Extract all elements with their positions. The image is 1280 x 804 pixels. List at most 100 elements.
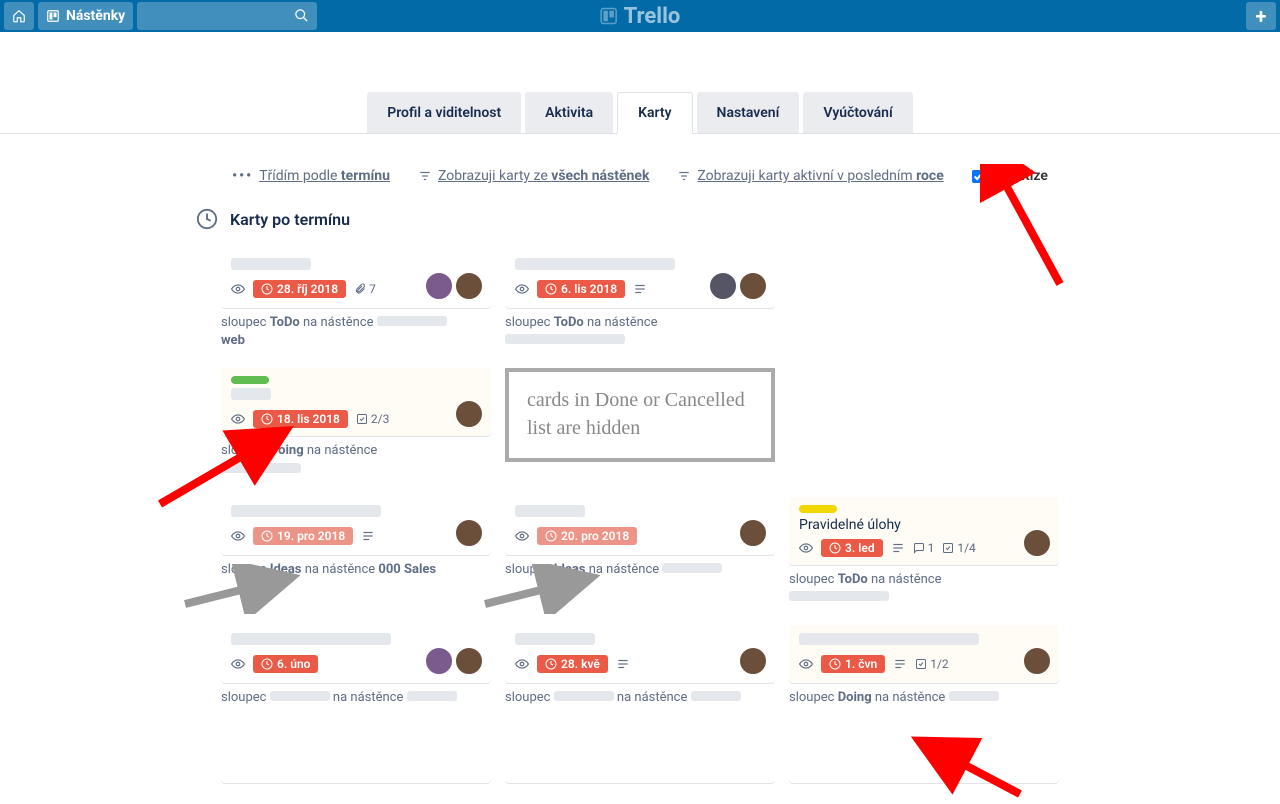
- avatar: [739, 647, 767, 675]
- card-meta: sloupec Ideas na nástěnce: [505, 561, 775, 579]
- card[interactable]: 19. pro 2018: [221, 497, 491, 555]
- card-meta: sloupec Doing na nástěnce: [221, 442, 491, 478]
- sort-control[interactable]: ••• Třídím podle termínu: [232, 168, 390, 184]
- watch-icon: [515, 529, 529, 543]
- card[interactable]: [505, 725, 775, 783]
- due-badge: 18. lis 2018: [253, 410, 348, 428]
- board-icon: [46, 9, 60, 23]
- card-meta: sloupec Ideas na nástěnce 000 Sales: [221, 561, 491, 579]
- avatar: [455, 272, 483, 300]
- avatar: [425, 272, 453, 300]
- filter-icon: [677, 169, 691, 183]
- card[interactable]: 28. říj 2018 7: [221, 250, 491, 308]
- create-button[interactable]: +: [1246, 2, 1276, 30]
- tab-cards[interactable]: Karty: [617, 92, 692, 134]
- redacted-title: [515, 633, 595, 645]
- filter-icon: [418, 169, 432, 183]
- card-meta: sloupec na nástěnce: [221, 689, 491, 707]
- label-yellow: [799, 505, 837, 513]
- search-wrap: [137, 2, 317, 30]
- due-badge: 20. pro 2018: [537, 527, 637, 545]
- prioritize-checkbox[interactable]: [972, 170, 985, 183]
- ellipsis-icon: •••: [232, 168, 253, 184]
- card-meta: sloupec ToDo na nástěnce: [505, 314, 775, 350]
- card[interactable]: 1. čvn 1/2: [789, 625, 1059, 683]
- redacted-title: [515, 505, 585, 517]
- tab-settings[interactable]: Nastavení: [697, 92, 800, 133]
- card[interactable]: 18. lis 2018 2/3: [221, 368, 491, 436]
- avatar: [455, 647, 483, 675]
- redacted-title: [231, 505, 381, 517]
- card[interactable]: [221, 725, 491, 783]
- watch-icon: [515, 282, 529, 296]
- card-title: Pravidelné úlohy: [799, 517, 901, 533]
- redacted-title: [799, 633, 979, 645]
- avatar: [455, 519, 483, 547]
- avatar: [739, 519, 767, 547]
- top-bar: Nástěnky Trello +: [0, 0, 1280, 32]
- comments-badge: 1: [913, 541, 935, 555]
- filter-boards[interactable]: Zobrazuji karty ze všech nástěnek: [418, 168, 649, 184]
- checklist-badge: 1/2: [915, 657, 948, 671]
- card[interactable]: 6. úno: [221, 625, 491, 683]
- due-date: 28. říj 2018: [277, 282, 338, 296]
- attachment-badge: 7: [354, 282, 376, 296]
- card[interactable]: 6. lis 2018: [505, 250, 775, 308]
- boards-button[interactable]: Nástěnky: [38, 2, 133, 30]
- f2-pre: Zobrazuji karty aktivní v posledním: [697, 168, 916, 184]
- description-icon: [361, 529, 375, 543]
- card-meta: sloupec ToDo na nástěnce web: [221, 314, 491, 350]
- home-button[interactable]: [4, 2, 34, 30]
- avatar: [425, 647, 453, 675]
- card[interactable]: 28. kvě: [505, 625, 775, 683]
- prioritize-label: Prioritize: [991, 168, 1048, 184]
- avatar: [1023, 647, 1051, 675]
- home-icon: [12, 8, 26, 24]
- f1-pre: Zobrazuji karty ze: [438, 168, 551, 184]
- avatar: [455, 400, 483, 428]
- checklist-badge: 1/4: [942, 541, 975, 555]
- watch-icon: [231, 412, 245, 426]
- redacted-title: [515, 258, 675, 270]
- boards-label: Nástěnky: [66, 8, 125, 24]
- watch-icon: [231, 529, 245, 543]
- card-grid: 28. říj 2018 7 sloupec ToDo na nástěnce …: [196, 250, 1084, 783]
- tab-billing[interactable]: Vyúčtování: [803, 92, 912, 133]
- avatar: [1023, 529, 1051, 557]
- filter-time[interactable]: Zobrazuji karty aktivní v posledním roce: [677, 168, 943, 184]
- app-logo: Trello: [600, 4, 681, 29]
- description-icon: [633, 282, 647, 296]
- label-green: [231, 376, 269, 384]
- tab-profile[interactable]: Profil a viditelnost: [367, 92, 521, 133]
- description-icon: [893, 657, 907, 671]
- filter-bar: ••• Třídím podle termínu Zobrazuji karty…: [196, 134, 1084, 208]
- checklist-badge: 2/3: [356, 412, 389, 426]
- card-meta: sloupec na nástěnce: [505, 689, 775, 707]
- watch-icon: [231, 282, 245, 296]
- card[interactable]: Pravidelné úlohy 3. led 1 1/4: [789, 497, 1059, 565]
- watch-icon: [515, 657, 529, 671]
- sort-val: termínu: [341, 168, 390, 184]
- card[interactable]: [789, 725, 1059, 783]
- avatar: [739, 272, 767, 300]
- prioritize-toggle[interactable]: Prioritize: [972, 168, 1048, 184]
- search-icon: [294, 8, 309, 23]
- section-heading: Karty po termínu: [196, 208, 1084, 230]
- due-badge: 19. pro 2018: [253, 527, 353, 545]
- clock-icon: [196, 208, 218, 230]
- description-icon: [616, 657, 630, 671]
- annotation-note: cards in Done or Cancelled list are hidd…: [505, 368, 775, 462]
- tab-activity[interactable]: Aktivita: [525, 92, 613, 133]
- search-input[interactable]: [137, 2, 317, 30]
- due-badge: 1. čvn: [821, 655, 885, 673]
- logo-text: Trello: [624, 4, 681, 29]
- card-members: [425, 272, 483, 300]
- card[interactable]: 20. pro 2018: [505, 497, 775, 555]
- redacted-title: [231, 388, 271, 400]
- sort-pre: Třídím podle: [259, 168, 341, 184]
- card-meta: sloupec Doing na nástěnce: [789, 689, 1059, 707]
- description-icon: [891, 541, 905, 555]
- section-title: Karty po termínu: [230, 210, 350, 229]
- due-badge: 28. kvě: [537, 655, 608, 673]
- due-badge: 3. led: [821, 539, 883, 557]
